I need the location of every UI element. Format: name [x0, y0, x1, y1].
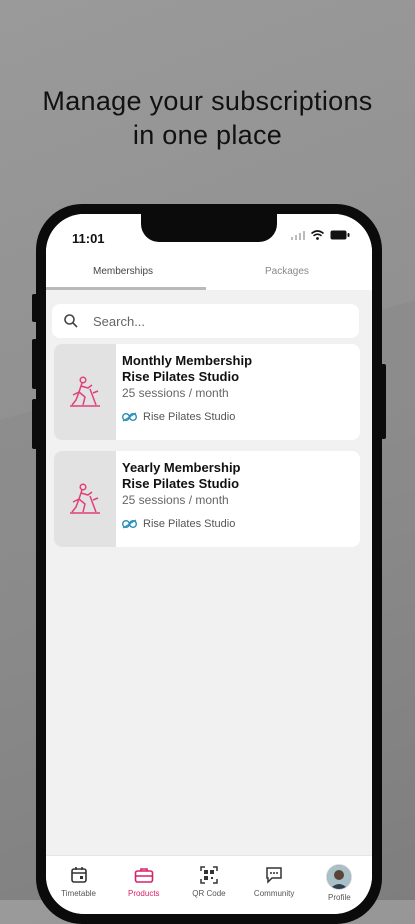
phone-frame: 11:01 Memberships Packages Search... Mon… [32, 204, 386, 924]
pilates-icon [70, 483, 100, 514]
card-title-line-1: Monthly Membership [122, 353, 253, 368]
tab-memberships[interactable]: Memberships [93, 266, 153, 277]
status-icons [291, 230, 350, 240]
status-time: 11:01 [72, 231, 105, 246]
chat-icon [266, 867, 282, 884]
search-icon [64, 314, 78, 328]
card-title: Monthly Membership Rise Pilates Studio [122, 353, 252, 385]
nav-label-timetable: Timetable [61, 889, 96, 898]
search-placeholder: Search... [93, 313, 146, 329]
mute-button [32, 294, 37, 322]
nav-profile[interactable]: Profile [309, 856, 369, 902]
headline-line-2: in one place [132, 120, 283, 150]
nav-label-community: Community [253, 889, 295, 898]
bottom-nav: Timetable Products QR Code Community Pro… [46, 855, 372, 914]
tab-bar: Memberships Packages [46, 258, 372, 290]
card-sessions: 25 sessions / month [122, 493, 229, 507]
nav-qr-code[interactable]: QR Code [179, 856, 239, 898]
headline: Manage your subscriptions in one place [0, 84, 415, 152]
card-thumbnail [54, 344, 116, 440]
pilates-icon [70, 376, 100, 407]
card-studio: Rise Pilates Studio [122, 411, 235, 423]
app-screen: 11:01 Memberships Packages Search... Mon… [46, 214, 372, 914]
studio-logo-icon [122, 412, 137, 422]
studio-logo-icon [122, 519, 137, 529]
nav-community[interactable]: Community [244, 856, 304, 898]
card-studio: Rise Pilates Studio [122, 518, 235, 530]
nav-timetable[interactable]: Timetable [49, 856, 109, 898]
tab-packages[interactable]: Packages [265, 266, 309, 277]
search-input[interactable]: Search... [52, 304, 359, 338]
card-title-line-2: Rise Pilates Studio [122, 476, 240, 491]
membership-card[interactable]: Yearly Membership Rise Pilates Studio 25… [54, 451, 360, 547]
nav-products[interactable]: Products [114, 856, 174, 898]
active-tab-indicator [46, 287, 206, 290]
headline-line-1: Manage your subscriptions [42, 86, 373, 116]
card-thumbnail [54, 451, 116, 547]
volume-down-button [32, 399, 37, 449]
avatar [326, 864, 353, 890]
calendar-icon [70, 867, 87, 883]
nav-label-products: Products [127, 889, 160, 898]
nav-label-qr-code: QR Code [192, 889, 226, 898]
battery-icon [330, 230, 350, 240]
card-sessions: 25 sessions / month [122, 386, 229, 400]
card-title: Yearly Membership Rise Pilates Studio [122, 460, 241, 492]
membership-card[interactable]: Monthly Membership Rise Pilates Studio 2… [54, 344, 360, 440]
signal-icon [291, 230, 305, 240]
card-title-line-1: Yearly Membership [122, 460, 241, 475]
power-button [381, 364, 386, 439]
nav-label-profile: Profile [328, 893, 351, 902]
wifi-icon [311, 230, 324, 240]
card-studio-name: Rise Pilates Studio [143, 518, 236, 530]
qr-code-icon [200, 866, 218, 884]
volume-up-button [32, 339, 37, 389]
notch [141, 214, 277, 242]
briefcase-icon [134, 868, 154, 883]
card-title-line-2: Rise Pilates Studio [122, 369, 240, 384]
card-studio-name: Rise Pilates Studio [143, 411, 236, 423]
